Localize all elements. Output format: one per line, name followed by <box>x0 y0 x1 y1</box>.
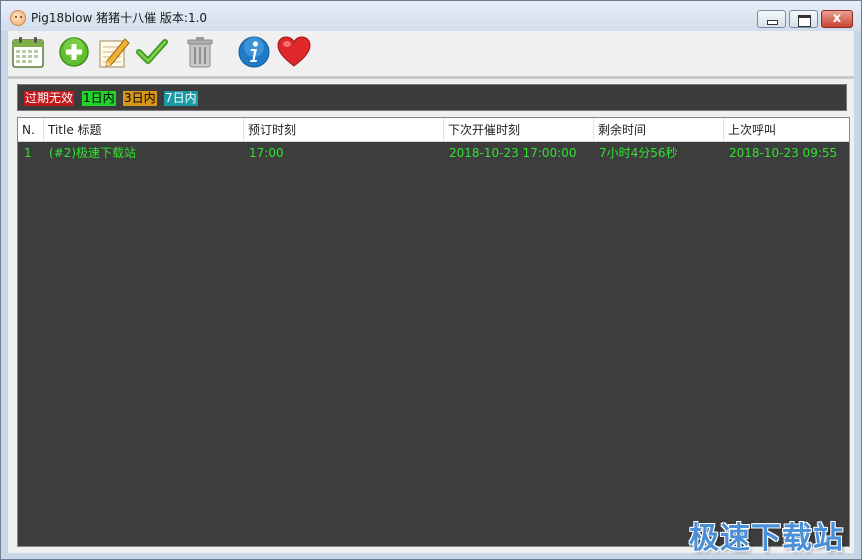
column-header-n[interactable]: N. <box>18 118 44 142</box>
plus-circle-icon <box>59 37 89 67</box>
close-icon: x <box>832 11 842 26</box>
cell-next-reminder: 2018-10-23 17:00:00 <box>449 146 577 160</box>
window-title: Pig18blow 猪猪十八催 版本:1.0 <box>31 11 208 25</box>
cell-remaining: 7小时4分56秒 <box>599 146 678 160</box>
maximize-button[interactable] <box>789 10 818 28</box>
info-icon <box>238 36 270 68</box>
reminder-list[interactable]: N. Title 标题 预订时刻 下次开催时刻 剩余时间 上次呼叫 1 (#2)… <box>17 117 850 547</box>
cell-last-call: 2018-10-23 09:55 <box>729 146 838 160</box>
favorite-button[interactable] <box>276 34 312 70</box>
checkmark-icon <box>136 39 168 64</box>
legend-within-7-days: 7日内 <box>164 91 198 106</box>
cell-title: (#2)极速下载站 <box>49 146 137 160</box>
title-bar[interactable]: Pig18blow 猪猪十八催 版本:1.0 x <box>1 1 861 31</box>
column-header-remaining[interactable]: 剩余时间 <box>594 118 724 142</box>
cell-scheduled: 17:00 <box>249 146 284 160</box>
app-window: Pig18blow 猪猪十八催 版本:1.0 x 过期无效 1日内 3日内 7日… <box>0 0 862 560</box>
calendar-icon <box>12 37 44 68</box>
toolbar <box>8 31 854 75</box>
legend-bar: 过期无效 1日内 3日内 7日内 <box>17 84 847 111</box>
heart-icon <box>277 36 311 67</box>
column-header-next-reminder[interactable]: 下次开催时刻 <box>444 118 594 142</box>
legend-within-1-day: 1日内 <box>82 91 116 106</box>
list-header: N. Title 标题 预订时刻 下次开催时刻 剩余时间 上次呼叫 <box>18 118 849 142</box>
toolbar-divider <box>8 76 854 79</box>
edit-button[interactable] <box>96 34 132 70</box>
pencil-notepad-icon <box>99 38 130 68</box>
info-button[interactable] <box>236 34 272 70</box>
column-header-scheduled[interactable]: 预订时刻 <box>244 118 444 142</box>
confirm-button[interactable] <box>134 34 170 70</box>
pig-app-icon <box>10 10 26 26</box>
legend-within-3-days: 3日内 <box>123 91 157 106</box>
add-button[interactable] <box>56 34 92 70</box>
trash-can-icon <box>187 37 213 68</box>
client-area: 过期无效 1日内 3日内 7日内 N. Title 标题 预订时刻 下次开催时刻… <box>8 31 854 553</box>
watermark-logo: 极速下载站 <box>689 521 844 556</box>
delete-button[interactable] <box>182 34 218 70</box>
column-header-last-call[interactable]: 上次呼叫 <box>724 118 849 142</box>
minimize-button[interactable] <box>757 10 786 28</box>
legend-expired: 过期无效 <box>24 91 75 106</box>
column-header-title[interactable]: Title 标题 <box>44 118 244 142</box>
close-button[interactable]: x <box>821 10 853 28</box>
cell-n: 1 <box>24 146 32 160</box>
calendar-button[interactable] <box>10 34 46 70</box>
list-row[interactable]: 1 (#2)极速下载站 17:00 2018-10-23 17:00:00 7小… <box>18 142 849 164</box>
